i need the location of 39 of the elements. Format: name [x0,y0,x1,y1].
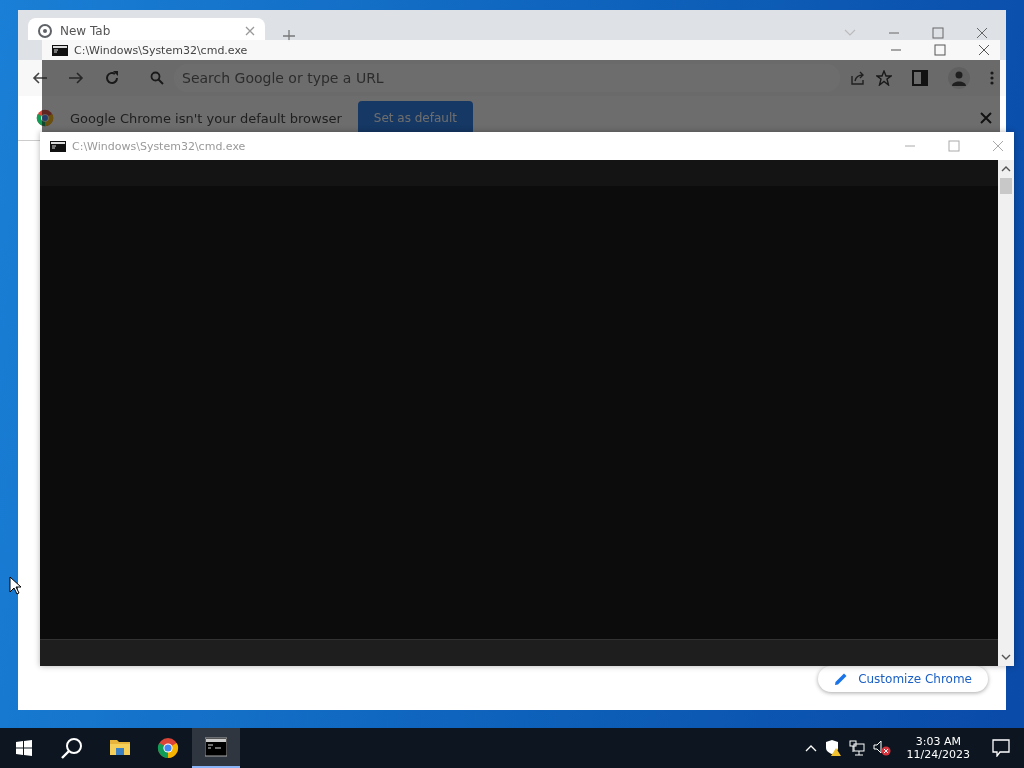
back-arrow-icon[interactable] [32,71,48,85]
star-icon[interactable] [876,70,892,86]
window-title: C:\Windows\System32\cmd.exe [74,43,248,57]
window-title: C:\Windows\System32\cmd.exe [72,139,246,153]
close-icon[interactable] [976,27,988,39]
shield-warning-icon[interactable] [824,740,841,756]
scrollbar-thumb[interactable] [1000,178,1012,194]
scroll-down-icon[interactable] [1001,654,1011,660]
clock[interactable]: 3:03 AM 11/24/2023 [898,735,978,761]
maximize-icon[interactable] [934,44,946,56]
console-icon [52,44,68,56]
search-icon [61,737,83,759]
infobar-message: Google Chrome isn't your default browser [70,110,342,126]
notification-icon[interactable] [992,739,1010,757]
profile-icon[interactable] [948,67,970,89]
close-icon[interactable] [980,112,992,124]
share-icon[interactable] [850,70,866,86]
side-panel-icon[interactable] [912,70,928,86]
scroll-up-icon[interactable] [1001,166,1011,172]
search-icon [150,71,164,85]
volume-muted-icon[interactable] [872,740,891,756]
reload-icon[interactable] [104,70,120,86]
chrome-logo-icon [36,109,54,127]
console-icon [50,140,66,152]
maximize-icon[interactable] [932,27,944,39]
chevron-up-icon[interactable] [804,744,817,752]
tab-title: New Tab [60,24,112,38]
console-icon [205,736,227,758]
customize-chrome-button[interactable]: Customize Chrome [818,666,988,692]
more-icon[interactable] [990,70,994,86]
network-icon[interactable] [848,740,865,756]
taskbar-app[interactable] [192,728,240,768]
pencil-icon [834,672,849,686]
scrollbar[interactable] [998,160,1014,666]
close-icon[interactable] [978,44,990,56]
chrome-logo-icon [157,737,179,759]
browser-tab[interactable]: New Tab [28,18,265,40]
forward-arrow-icon[interactable] [68,71,84,85]
windows-logo-icon [16,740,32,756]
